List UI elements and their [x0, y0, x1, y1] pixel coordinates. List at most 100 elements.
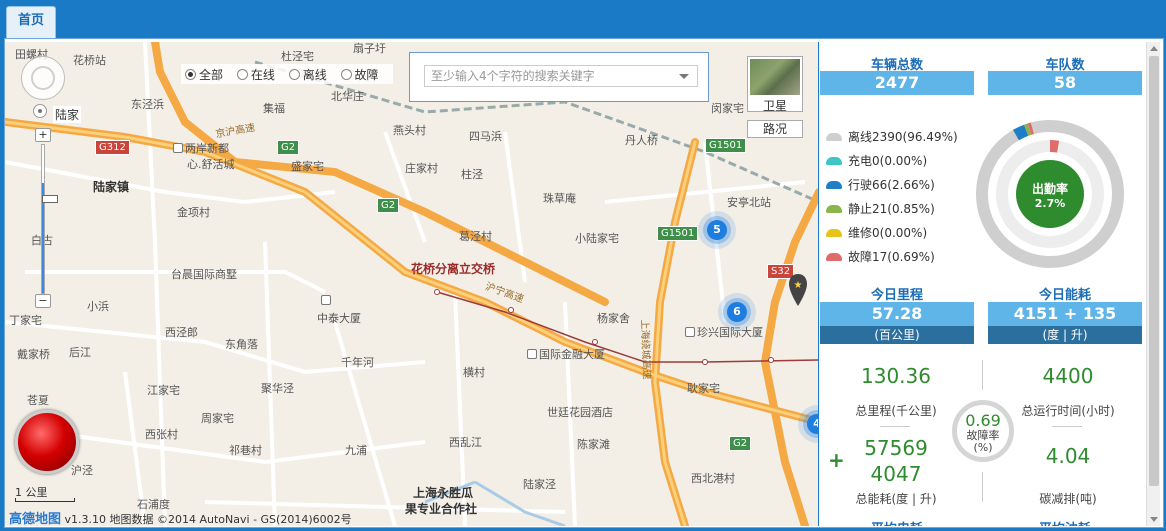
svg-text:★: ★	[794, 280, 803, 291]
plus-icon: +	[828, 448, 845, 472]
scroll-up-icon[interactable]	[1150, 46, 1158, 51]
zoom-control[interactable]: + −	[35, 128, 58, 308]
alarm-button[interactable]	[15, 410, 79, 474]
legend-swatch-icon	[826, 181, 842, 189]
panel-scrollbar[interactable]	[1146, 42, 1160, 526]
total-runtime-label: 总运行时间(小时)	[1021, 404, 1115, 418]
map-label: 横村	[463, 366, 485, 379]
map-label: 聚华泾	[261, 382, 294, 395]
carbon-reduction-value: 4.04	[1045, 444, 1091, 468]
avg-power-title: 平均电耗	[820, 518, 974, 526]
map-label: 戴家桥	[17, 348, 50, 361]
status-legend-label: 充电0(0.00%)	[848, 154, 928, 168]
filter-radio-fault[interactable]: 故障	[340, 66, 379, 83]
total-mileage-label: 总里程(千公里)	[855, 404, 937, 418]
highway-shield: G2	[729, 436, 752, 451]
map-label: 花桥分离立交桥	[411, 262, 496, 276]
map-label: 陆家泾	[523, 478, 556, 491]
legend-swatch-icon	[826, 133, 842, 141]
map-label: 庄家村	[405, 162, 438, 175]
vehicle-cluster-marker[interactable]: 6	[727, 302, 747, 322]
map-label: 北华庄	[331, 90, 364, 103]
avg-fuel-title: 平均油耗	[988, 518, 1142, 526]
scroll-thumb[interactable]	[1149, 56, 1159, 486]
donut-slice	[1024, 123, 1032, 136]
search-input[interactable]: 至少输入4个字符的搜索关键字	[424, 65, 698, 87]
map-scale-bar	[15, 498, 75, 502]
fault-rate-unit: (%)	[973, 441, 993, 454]
status-legend-item[interactable]: 离线2390(96.49%)	[826, 128, 958, 145]
chevron-down-icon[interactable]	[679, 74, 689, 79]
status-legend-label: 行驶66(2.66%)	[848, 178, 935, 192]
attribution-text: v1.3.10 地图数据 ©2014 AutoNavi - GS(2014)60…	[64, 513, 352, 526]
vehicle-cluster-marker[interactable]: 5	[707, 220, 727, 240]
vehicle-total-value: 2477	[820, 71, 974, 95]
fault-rate-value: 0.69	[965, 411, 1001, 430]
zoom-slider-thumb[interactable]	[42, 195, 58, 203]
status-legend-item[interactable]: 充电0(0.00%)	[826, 152, 927, 169]
attendance-value: 2.7%	[1035, 197, 1066, 210]
status-legend-item[interactable]: 维修0(0.00%)	[826, 224, 927, 241]
today-energy-unit: (度 | 升)	[988, 326, 1142, 344]
map-label: 珍兴国际大厦	[685, 324, 763, 340]
satellite-view-button[interactable]: 卫星	[747, 56, 803, 113]
map-pin-icon[interactable]: ★	[787, 272, 809, 312]
highway-shield: G312	[95, 140, 130, 155]
map-label: 台晨国际商墅	[171, 268, 237, 281]
tab-home[interactable]: 首页	[6, 6, 56, 38]
map-label: 东角落	[225, 338, 258, 351]
satellite-thumbnail	[750, 59, 800, 95]
total-runtime-value: 4400	[1042, 364, 1094, 388]
map-label: 杨家舍	[597, 312, 630, 325]
locate-icon[interactable]	[33, 104, 47, 118]
map-label: 杜泾宅	[281, 50, 314, 63]
total-energy-label: 总能耗(度 | 升)	[855, 492, 937, 506]
zoom-in-button[interactable]: +	[35, 128, 51, 142]
status-legend-item[interactable]: 静止21(0.85%)	[826, 200, 935, 217]
traffic-button[interactable]: 路况	[747, 120, 803, 138]
highway-shield: G1501	[705, 138, 747, 153]
carbon-reduction-label: 碳减排(吨)	[1039, 492, 1097, 506]
map-label: 苍夏	[27, 394, 49, 407]
map-label: 丹人桥	[625, 134, 658, 147]
map-label: 九浦	[345, 444, 367, 457]
map-label: 西张村	[145, 428, 178, 441]
highway-shield: G1501	[657, 226, 699, 241]
map-label: 花桥站	[73, 54, 106, 67]
map-label: 西北港村	[691, 472, 735, 485]
total-energy-value-2: 4047	[870, 462, 922, 486]
filter-radio-all[interactable]: 全部	[185, 66, 223, 83]
legend-swatch-icon	[826, 205, 842, 213]
total-energy-value-1: 57569	[864, 436, 928, 460]
map-label: 果专业合作社	[405, 502, 478, 516]
status-legend-item[interactable]: 行驶66(2.66%)	[826, 176, 935, 193]
attendance-arc	[1049, 140, 1060, 153]
scroll-down-icon[interactable]	[1150, 517, 1158, 522]
map-label: 后江	[69, 346, 91, 359]
filter-radio-online[interactable]: 在线	[236, 66, 275, 83]
map-label: 千年河	[341, 356, 374, 369]
map-road-label: 上海绕城高速	[638, 319, 652, 380]
map-label: 盛家宅	[291, 160, 324, 173]
status-legend-label: 维修0(0.00%)	[848, 226, 928, 240]
map-pan-control[interactable]	[21, 56, 65, 100]
filter-radio-offline[interactable]: 离线	[288, 66, 327, 83]
map-label: 四马浜	[469, 130, 502, 143]
status-legend-item[interactable]: 故障17(0.69%)	[826, 248, 935, 265]
map-label: 丁家宅	[9, 314, 42, 327]
map-label: 江家宅	[147, 384, 180, 397]
map-label: 金项村	[177, 206, 210, 219]
map-label: 集福	[263, 102, 285, 115]
satellite-label: 卫星	[762, 99, 787, 113]
search-panel: 至少输入4个字符的搜索关键字	[409, 52, 709, 102]
zoom-out-button[interactable]: −	[35, 294, 51, 308]
attendance-donut-chart: 出勤率2.7%	[976, 120, 1124, 268]
highway-shield: G2	[377, 198, 400, 213]
today-mileage-value: 57.28	[820, 302, 974, 326]
map-label: 中泰大厦	[317, 312, 361, 325]
total-mileage-value: 130.36	[861, 364, 931, 388]
map-view[interactable]: 田螺村 花桥站 杜泾宅 扇子圩 东泾浜 陆家 集福 北华庄 闵家宅 燕头村 四马…	[5, 42, 819, 526]
today-mileage-title: 今日里程	[870, 288, 923, 303]
zoom-slider-track[interactable]	[41, 144, 58, 294]
map-label: 葛泾村	[459, 230, 492, 243]
